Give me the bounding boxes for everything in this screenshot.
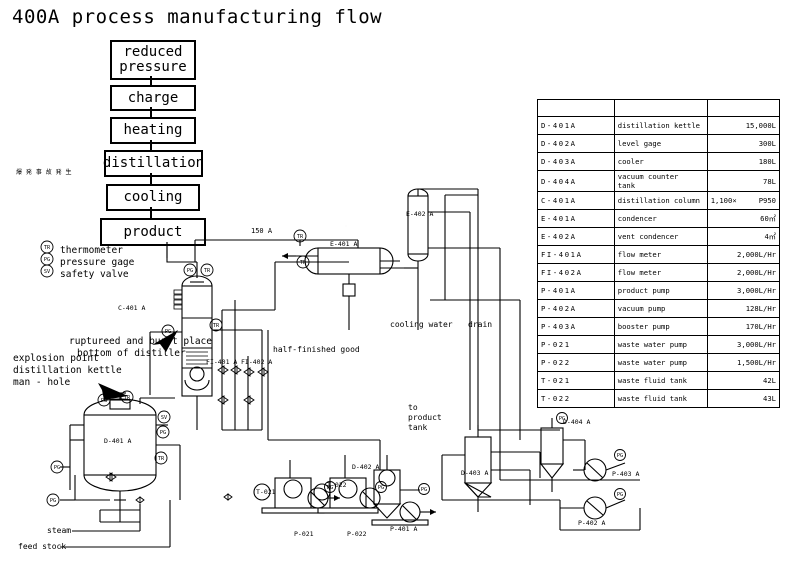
- table-cell-tag: D-403A: [537, 152, 615, 171]
- table-cell-value: 3,000L/Hr: [706, 335, 781, 354]
- table-cell-name: distillation kettle: [613, 116, 708, 135]
- table-cell-tag: E-402A: [537, 227, 615, 246]
- table-row[interactable]: D-401A distillation kettle 15,000L: [537, 116, 781, 135]
- svg-text:PG: PG: [378, 485, 384, 491]
- svg-text:TR: TR: [300, 260, 307, 266]
- table-cell-value-prefix: 1,100×: [710, 196, 737, 205]
- table-cell-tag: T-022: [537, 389, 615, 408]
- valve-symbols: [105, 365, 269, 504]
- table-cell-tag: FI-402A: [537, 263, 615, 282]
- table-cell-name: flow meter: [613, 245, 708, 264]
- table-cell-tag: P-402A: [537, 299, 615, 318]
- table-row[interactable]: D-403A cooler 180L: [537, 152, 781, 171]
- table-cell-value: 2,000L/Hr: [706, 263, 781, 282]
- table-row[interactable]: P-401A product pump 3,000L/Hr: [537, 281, 781, 300]
- instrument-bubble-tr: TR PG SV: [40, 240, 54, 278]
- table-row[interactable]: T-022 waste fluid tank 43L: [537, 389, 781, 408]
- table-cell-tag: C-401A: [537, 191, 615, 210]
- table-cell-value: 180L: [706, 152, 781, 171]
- table-cell-name: vacuum counter tank: [613, 170, 708, 192]
- table-cell-value: 1,500L/Hr: [706, 353, 781, 372]
- table-header-cell: [613, 99, 708, 117]
- table-row[interactable]: P-402A vacuum pump 128L/Hr: [537, 299, 781, 318]
- svg-text:PG: PG: [421, 487, 427, 493]
- table-cell-value: 170L/Hr: [706, 317, 781, 336]
- table-row[interactable]: D-402A level gage 300L: [537, 134, 781, 153]
- svg-text:TR: TR: [158, 456, 165, 462]
- table-row[interactable]: E-401A condencer 60㎡: [537, 209, 781, 228]
- table-cell-name: vacuum pump: [613, 299, 708, 318]
- table-cell-value: 4㎡: [706, 227, 781, 246]
- equipment-table: D-401A distillation kettle 15,000L D-402A le…: [537, 99, 781, 408]
- svg-text:TR: TR: [213, 323, 220, 329]
- table-row[interactable]: T-021 waste fluid tank 42L: [537, 371, 781, 390]
- table-row[interactable]: E-402A vent condencer 4㎡: [537, 227, 781, 246]
- table-cell-value: 128L/Hr: [706, 299, 781, 318]
- table-row[interactable]: C-401A distillation column 1,100× P950: [537, 191, 781, 210]
- table-cell-value: 3,000L/Hr: [706, 281, 781, 300]
- svg-text:SV: SV: [44, 269, 50, 275]
- diagram-canvas: 400A process manufacturing flow reduced …: [0, 0, 812, 562]
- table-header-cell: [537, 99, 615, 117]
- table-cell-value: 43L: [706, 389, 781, 408]
- table-cell-name: waste fluid tank: [613, 371, 708, 390]
- table-cell-name: product pump: [613, 281, 708, 300]
- table-cell-name: waste fluid tank: [613, 389, 708, 408]
- table-row[interactable]: P-022 waste water pump 1,500L/Hr: [537, 353, 781, 372]
- svg-text:PG: PG: [54, 465, 60, 471]
- svg-text:PG: PG: [327, 485, 333, 491]
- table-row[interactable]: FI-402A flow meter 2,000L/Hr: [537, 263, 781, 282]
- table-row[interactable]: P-021 waste water pump 3,000L/Hr: [537, 335, 781, 354]
- table-cell-value: 78L: [706, 170, 781, 192]
- svg-text:PG: PG: [187, 268, 193, 274]
- svg-text:PG: PG: [160, 430, 166, 436]
- table-cell-name: distillation column: [613, 191, 708, 210]
- table-cell-value: 300L: [706, 134, 781, 153]
- table-cell-tag: D-402A: [537, 134, 615, 153]
- table-cell-name: condencer: [613, 209, 708, 228]
- table-cell-tag: T-021: [537, 371, 615, 390]
- table-cell-name: booster pump: [613, 317, 708, 336]
- table-header-cell: [706, 99, 781, 117]
- svg-text:TR: TR: [204, 268, 211, 274]
- table-cell-tag: FI-401A: [537, 245, 615, 264]
- table-cell-tag: P-401A: [537, 281, 615, 300]
- table-cell-tag: P-021: [537, 335, 615, 354]
- table-cell-name: cooler: [613, 152, 708, 171]
- table-cell-value: 2,000L/Hr: [706, 245, 781, 264]
- svg-text:PG: PG: [617, 492, 623, 498]
- svg-text:PG: PG: [559, 416, 565, 422]
- table-row[interactable]: D-404A vacuum counter tank 78L: [537, 170, 781, 192]
- table-row[interactable]: FI-401A flow meter 2,000L/Hr: [537, 245, 781, 264]
- table-cell-name: level gage: [613, 134, 708, 153]
- table-cell-name: vent condencer: [613, 227, 708, 246]
- svg-text:TR: TR: [297, 234, 304, 240]
- table-cell-tag: P-403A: [537, 317, 615, 336]
- svg-text:PG: PG: [50, 498, 56, 504]
- table-cell-name: flow meter: [613, 263, 708, 282]
- svg-text:PG: PG: [617, 453, 623, 459]
- table-cell-name: waste water pump: [613, 335, 708, 354]
- table-cell-tag: D-404A: [537, 170, 615, 192]
- table-cell-name: waste water pump: [613, 353, 708, 372]
- svg-text:PG: PG: [165, 329, 171, 335]
- table-cell-value: 1,100× P950: [706, 191, 781, 210]
- table-cell-tag: D-401A: [537, 116, 615, 135]
- svg-text:SV: SV: [161, 415, 167, 421]
- table-header-row: [537, 99, 781, 117]
- table-cell-value: 42L: [706, 371, 781, 390]
- table-cell-value: 15,000L: [706, 116, 781, 135]
- annotation-arrows: [98, 330, 178, 400]
- table-cell-tag: P-022: [537, 353, 615, 372]
- svg-text:TR: TR: [44, 245, 51, 251]
- table-cell-value: 60㎡: [706, 209, 781, 228]
- table-cell-tag: E-401A: [537, 209, 615, 228]
- svg-text:PG: PG: [44, 257, 50, 263]
- table-row[interactable]: P-403A booster pump 170L/Hr: [537, 317, 781, 336]
